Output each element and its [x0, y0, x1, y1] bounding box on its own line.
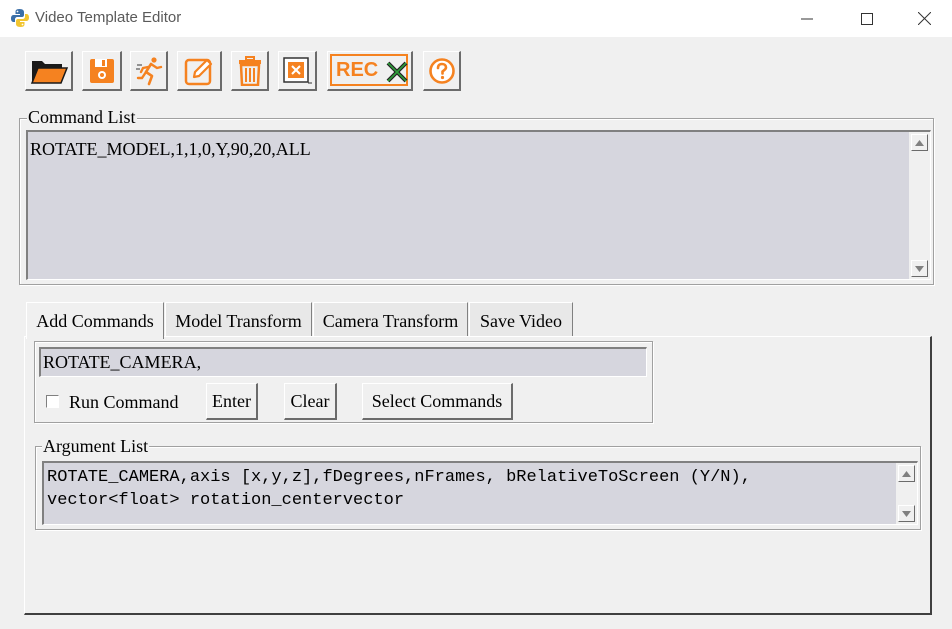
select-commands-button[interactable]: Select Commands: [362, 383, 513, 420]
trash-can-icon: [238, 55, 261, 86]
tab-camera-transform[interactable]: Camera Transform: [313, 302, 468, 338]
tab-save-video[interactable]: Save Video: [469, 302, 573, 338]
close-icon: [917, 12, 931, 25]
scroll-down-button[interactable]: [911, 260, 928, 277]
save-button[interactable]: [82, 51, 122, 91]
python-logo-icon: [11, 9, 29, 27]
title-bar: Video Template Editor: [0, 0, 952, 37]
window-title: Video Template Editor: [35, 9, 182, 26]
rec-cross-icon: [386, 61, 408, 83]
run-command-label: Run Command: [69, 392, 179, 412]
scroll-up-icon: [902, 470, 911, 477]
argument-list-scrollbar[interactable]: [896, 463, 917, 524]
run-button[interactable]: [130, 51, 168, 91]
argument-list-label: Argument List: [42, 436, 150, 456]
scroll-down-icon: [915, 265, 924, 272]
minimize-icon: [801, 18, 813, 19]
maximize-icon: [861, 12, 873, 25]
close-button[interactable]: [895, 0, 952, 37]
tab-add-commands[interactable]: Add Commands: [26, 302, 164, 339]
scroll-down-icon: [902, 510, 911, 517]
cross-box-icon: [283, 56, 312, 83]
scroll-up-button[interactable]: [898, 465, 915, 482]
maximize-button[interactable]: [838, 0, 896, 37]
question-circle-icon: [428, 57, 455, 84]
command-list-scrollbar[interactable]: [909, 132, 930, 279]
scroll-down-button[interactable]: [898, 505, 915, 522]
folder-open-icon: [30, 60, 68, 84]
command-input[interactable]: ROTATE_CAMERA,: [39, 347, 647, 377]
clear-button[interactable]: Clear: [284, 383, 337, 420]
command-list-label: Command List: [27, 107, 137, 127]
minimize-button[interactable]: [778, 0, 836, 37]
command-list-textarea[interactable]: ROTATE_MODEL,1,1,0,Y,90,20,ALL: [26, 130, 931, 280]
record-label: REC: [336, 59, 379, 81]
scroll-up-button[interactable]: [911, 134, 928, 151]
running-man-icon: [135, 56, 162, 85]
edit-button[interactable]: [177, 51, 222, 91]
delete-button[interactable]: [231, 51, 269, 91]
help-button[interactable]: [423, 51, 461, 91]
scroll-up-icon: [915, 139, 924, 146]
argument-list-textarea[interactable]: ROTATE_CAMERA,axis [x,y,z],fDegrees,nFra…: [42, 461, 918, 525]
record-button[interactable]: REC: [327, 51, 413, 91]
argument-list-text: ROTATE_CAMERA,axis [x,y,z],fDegrees,nFra…: [47, 468, 751, 510]
tab-model-transform[interactable]: Model Transform: [165, 302, 312, 338]
remove-button[interactable]: [278, 51, 317, 91]
open-folder-button[interactable]: [25, 51, 73, 91]
run-command-checkbox[interactable]: [46, 395, 59, 408]
enter-button[interactable]: Enter: [206, 383, 258, 420]
floppy-disk-icon: [89, 58, 114, 83]
command-list-text: ROTATE_MODEL,1,1,0,Y,90,20,ALL: [30, 139, 311, 159]
pencil-edit-icon: [184, 58, 213, 85]
